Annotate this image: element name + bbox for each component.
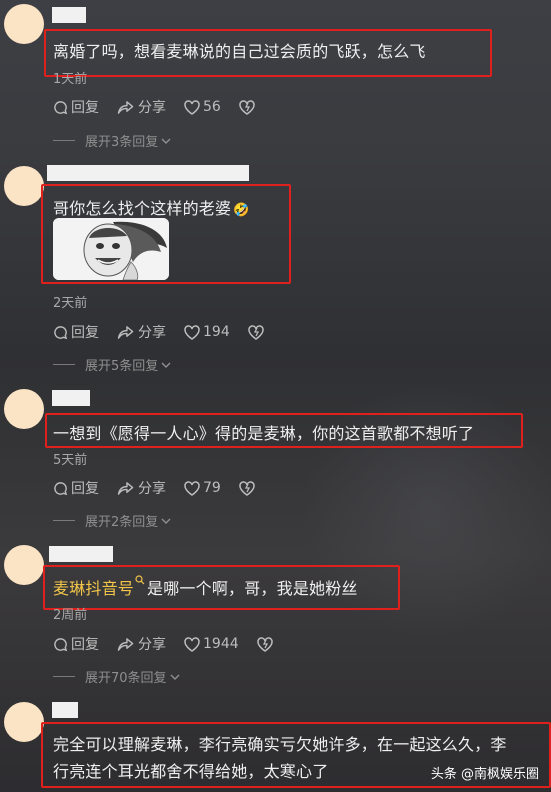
dislike-button[interactable] [256, 636, 276, 652]
share-icon [117, 637, 134, 651]
share-icon [117, 481, 134, 495]
search-icon [135, 575, 145, 585]
timestamp: 2周前 [53, 608, 88, 623]
avatar[interactable] [4, 4, 44, 44]
action-bar: 回复 分享 194 [53, 322, 285, 342]
like-count: 79 [203, 480, 221, 496]
timestamp: 2天前 [53, 296, 88, 311]
like-button[interactable]: 194 [184, 324, 230, 340]
expand-replies[interactable]: 展开3条回复 [53, 131, 172, 150]
reply-button[interactable]: 回复 [53, 322, 99, 342]
action-bar: 回复 分享 79 [53, 478, 276, 498]
reply-label: 回复 [71, 100, 99, 116]
reply-icon [54, 481, 68, 495]
username-redacted[interactable] [52, 390, 90, 406]
expand-replies[interactable]: 展开5条回复 [53, 355, 172, 374]
dislike-icon [239, 99, 255, 115]
chevron-down-icon [161, 362, 171, 368]
username-redacted[interactable] [52, 702, 78, 718]
watermark: 头条 @南枫娱乐圈 [430, 767, 539, 782]
like-count: 194 [203, 324, 230, 340]
like-button[interactable]: 79 [184, 480, 221, 496]
like-count: 56 [203, 99, 221, 115]
expand-replies[interactable]: 展开70条回复 [53, 667, 181, 686]
comment-text-line-1: 完全可以理解麦琳，李行亮确实亏欠她许多，在一起这么久，李 [53, 735, 507, 754]
share-button[interactable]: 分享 [117, 322, 166, 342]
expand-label: 展开5条回复 [85, 359, 159, 374]
avatar[interactable] [4, 545, 44, 585]
share-button[interactable]: 分享 [117, 97, 166, 117]
username-redacted[interactable] [49, 546, 113, 562]
chevron-down-icon [161, 518, 171, 524]
timestamp: 5天前 [53, 453, 88, 468]
username-redacted[interactable] [52, 7, 86, 23]
expand-label: 展开70条回复 [85, 671, 167, 686]
like-button[interactable]: 1944 [184, 636, 239, 652]
dislike-button[interactable] [239, 99, 258, 115]
like-count: 1944 [203, 636, 239, 652]
dislike-icon [239, 480, 255, 496]
reply-label: 回复 [71, 637, 99, 653]
comment-text: 哥你怎么找个这样的老婆 🤣 [53, 195, 250, 219]
share-label: 分享 [138, 325, 166, 341]
like-icon [184, 99, 200, 115]
like-icon [184, 636, 200, 652]
dislike-icon [247, 324, 264, 340]
divider [53, 364, 75, 365]
username-redacted[interactable] [47, 165, 249, 181]
reply-button[interactable]: 回复 [53, 478, 99, 498]
reply-icon [54, 637, 68, 651]
chevron-down-icon [161, 138, 171, 144]
laughing-emoji-icon: 🤣 [233, 203, 250, 218]
comment-text: 一想到《愿得一人心》得的是麦琳，你的这首歌都不想听了 [53, 424, 475, 443]
meme-sticker-image[interactable] [53, 218, 169, 280]
avatar[interactable] [4, 702, 44, 742]
like-icon [184, 324, 200, 340]
comment-text-body: 是哪一个啊，哥，我是她粉丝 [147, 579, 358, 598]
comment-text: 麦琳抖音号 是哪一个啊，哥，我是她粉丝 [53, 575, 358, 599]
comment-text-body: 哥你怎么找个这样的老婆 [53, 199, 232, 218]
timestamp: 1天前 [53, 72, 88, 87]
reply-icon [54, 325, 68, 339]
action-bar: 回复 分享 56 [53, 97, 276, 117]
dislike-button[interactable] [247, 324, 267, 340]
expand-label: 展开3条回复 [85, 135, 159, 150]
divider [53, 520, 75, 521]
dislike-icon [256, 636, 273, 652]
comment-text-line-2: 行亮连个耳光都舍不得给她，太寒心了 [53, 762, 329, 781]
reply-button[interactable]: 回复 [53, 97, 99, 117]
like-button[interactable]: 56 [184, 99, 221, 115]
avatar[interactable] [4, 389, 44, 429]
reply-icon [54, 100, 68, 114]
like-icon [184, 480, 200, 496]
share-label: 分享 [138, 637, 166, 653]
dislike-button[interactable] [239, 480, 258, 496]
share-label: 分享 [138, 481, 166, 497]
share-icon [117, 100, 134, 114]
reply-label: 回复 [71, 481, 99, 497]
share-label: 分享 [138, 100, 166, 116]
chevron-down-icon [170, 674, 180, 680]
expand-replies[interactable]: 展开2条回复 [53, 511, 172, 530]
share-button[interactable]: 分享 [117, 634, 166, 654]
divider [53, 140, 75, 141]
mention-link[interactable]: 麦琳抖音号 [53, 579, 134, 598]
comment-text: 离婚了吗，想看麦琳说的自己过会质的飞跃，怎么飞 [53, 42, 426, 61]
reply-label: 回复 [71, 325, 99, 341]
share-button[interactable]: 分享 [117, 478, 166, 498]
share-icon [117, 325, 134, 339]
meme-face-image [53, 218, 169, 280]
avatar[interactable] [4, 166, 44, 206]
expand-label: 展开2条回复 [85, 515, 159, 530]
reply-button[interactable]: 回复 [53, 634, 99, 654]
divider [53, 676, 75, 677]
action-bar: 回复 分享 1944 [53, 634, 294, 654]
